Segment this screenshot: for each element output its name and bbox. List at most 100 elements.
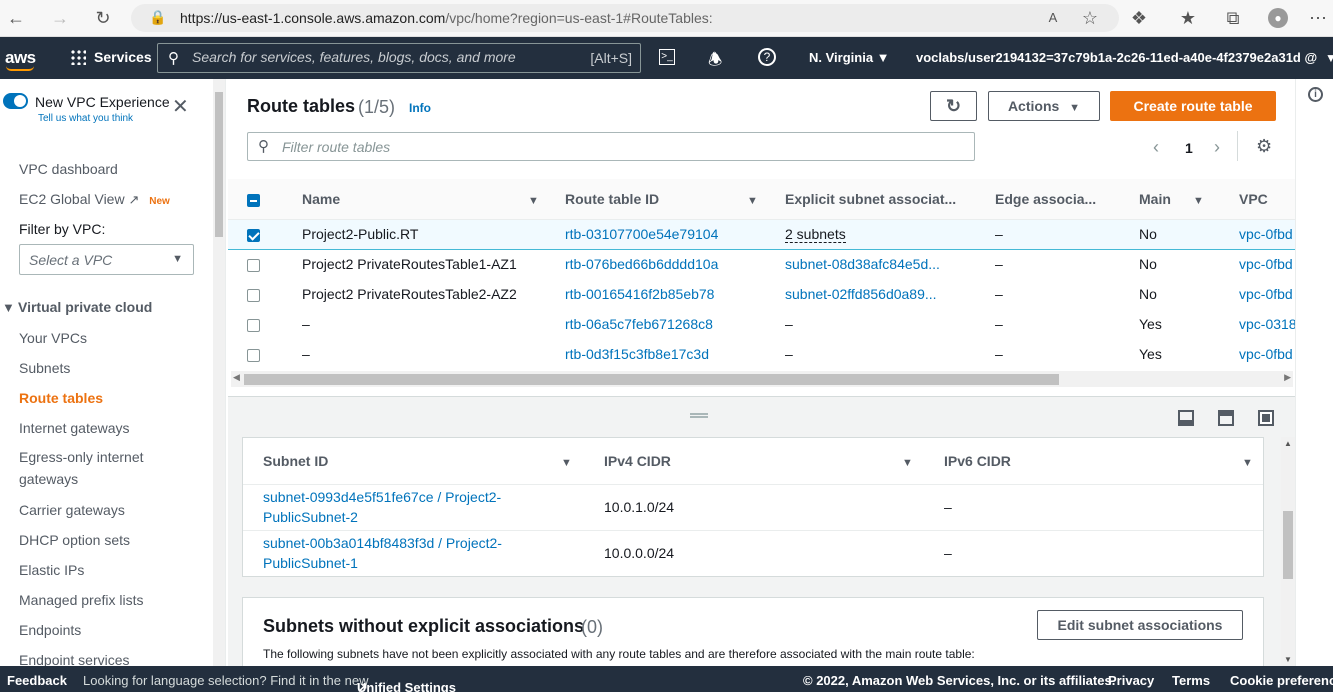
terms-link[interactable]: Terms [1172,673,1210,688]
previous-page-icon[interactable]: ‹ [1153,137,1159,158]
panel-full-icon[interactable] [1258,410,1274,426]
resize-handle[interactable] [690,413,708,418]
column-header-subnet-id[interactable]: Subnet ID ▼ [243,438,584,485]
vpc-link[interactable]: vpc-0fbd [1239,346,1293,362]
back-icon[interactable]: ← [6,8,26,28]
extensions-icon[interactable]: ❖ [1129,8,1149,28]
route-table-id-link[interactable]: rtb-076bed66b6dddd10a [565,256,718,272]
scroll-down-icon[interactable]: ▼ [1284,655,1292,664]
sidebar-item-endpoints[interactable]: Endpoints [19,622,81,638]
close-icon[interactable]: ✕ [172,97,189,117]
scroll-up-icon[interactable]: ▲ [1284,439,1292,448]
search-input[interactable] [192,49,572,65]
sidebar-item-carrier-gateways[interactable]: Carrier gateways [19,502,125,518]
row-select-cell[interactable] [228,249,282,279]
subnet-link[interactable]: subnet-02ffd856d0a89... [785,286,937,302]
sort-icon[interactable]: ▼ [528,195,539,207]
table-row[interactable]: – rtb-0d3f15c3fb8e17c3d – – Yes vpc-0fbd [228,339,1295,369]
explicit-subnets-popover[interactable]: 2 subnets [785,226,846,243]
caret-down-icon[interactable]: ▼ [1325,51,1333,65]
row-select-cell[interactable] [228,279,282,309]
cookie-preferences-link[interactable]: Cookie preferences [1230,673,1333,688]
caret-down-icon[interactable]: ▼ [2,300,15,315]
more-icon[interactable]: ⋯ [1308,8,1328,28]
section-virtual-private-cloud[interactable]: Virtual private cloud [18,299,152,315]
info-icon[interactable]: i [1308,87,1323,102]
sidebar-item-internet-gateways[interactable]: Internet gateways [19,420,130,436]
new-vpc-experience-toggle[interactable] [3,93,28,109]
select-all-header[interactable] [228,179,282,220]
sidebar-item-ec2-global-view[interactable]: EC2 Global View ↗ New [19,191,170,208]
column-header-explicit-subnet[interactable]: Explicit subnet associat... [765,179,975,220]
collections-icon[interactable]: ⧉ [1223,8,1243,28]
row-select-cell[interactable] [228,218,282,250]
vpc-filter-select[interactable]: Select a VPC ▼ [19,244,194,275]
vpc-link[interactable]: vpc-0fbd [1239,286,1293,302]
row-checkbox[interactable] [247,228,260,242]
favorite-add-icon[interactable]: ☆ [1080,8,1100,28]
panel-bottom-icon[interactable] [1178,410,1194,426]
vpc-link[interactable]: vpc-0318 [1239,316,1295,332]
info-link[interactable]: Info [409,101,431,115]
sidebar-item-dhcp-option-sets[interactable]: DHCP option sets [19,532,130,548]
next-page-icon[interactable]: › [1214,137,1220,158]
sort-icon[interactable]: ▼ [1193,195,1204,207]
column-header-main[interactable]: Main ▼ [1119,179,1219,220]
sort-icon[interactable]: ▼ [747,195,758,207]
sidebar-item-managed-prefix-lists[interactable]: Managed prefix lists [19,592,144,608]
aws-logo[interactable]: aws [5,48,36,68]
actions-button[interactable]: Actions ▼ [988,91,1100,121]
column-header-name[interactable]: Name ▼ [282,179,545,220]
row-checkbox[interactable] [247,259,260,273]
table-row[interactable]: – rtb-06a5c7feb671268c8 – – Yes vpc-0318 [228,309,1295,339]
search-box[interactable]: ⚲ [Alt+S] [157,43,641,73]
sidebar-item-endpoint-services[interactable]: Endpoint services [19,652,130,666]
services-menu[interactable]: Services [70,49,152,65]
page-number[interactable]: 1 [1185,140,1193,156]
favorites-icon[interactable]: ★ [1178,8,1198,28]
privacy-link[interactable]: Privacy [1108,673,1154,688]
row-checkbox[interactable] [247,318,260,332]
subnet-link[interactable]: subnet-00b3a014bf8483f3d / Project2- Publ… [263,535,502,571]
edit-subnet-associations-button[interactable]: Edit subnet associations [1037,610,1243,640]
scroll-right-icon[interactable]: ▶ [1284,372,1291,383]
table-row[interactable]: Project2 PrivateRoutesTable2-AZ2 rtb-001… [228,279,1295,309]
forward-icon[interactable]: → [50,8,70,28]
sidebar-item-egress-only-gateways[interactable]: Egress-only internet gateways [19,446,169,490]
panel-side-icon[interactable] [1218,410,1234,426]
table-row[interactable]: Project2 PrivateRoutesTable1-AZ1 rtb-076… [228,249,1295,279]
row-checkbox[interactable] [247,348,260,362]
sidebar-scrollbar[interactable] [213,79,225,666]
help-icon[interactable]: ? [758,48,776,66]
route-table-id-link[interactable]: rtb-0d3f15c3fb8e17c3d [565,346,709,362]
refresh-icon[interactable]: ↻ [93,8,113,28]
route-table-id-link[interactable]: rtb-00165416f2b85eb78 [565,286,714,302]
cloudshell-icon[interactable]: >_ [659,49,675,65]
subnet-link[interactable]: subnet-0993d4e5f51fe67ce / Project2- Publ… [263,489,501,525]
scroll-left-icon[interactable]: ◀ [233,372,240,383]
address-bar[interactable]: 🔒 https://us-east-1.console.aws.amazon.c… [131,4,1119,32]
sort-icon[interactable]: ▼ [561,457,572,469]
row-select-cell[interactable] [228,339,282,369]
sort-icon[interactable]: ▼ [1242,457,1253,469]
horizontal-scroll-thumb[interactable] [244,374,1059,385]
subnet-link[interactable]: subnet-08d38afc84e5d... [785,256,940,272]
create-route-table-button[interactable]: Create route table [1110,91,1276,121]
notifications-icon[interactable]: 🕭 [708,49,722,76]
horizontal-scrollbar[interactable]: ◀ ▶ [231,371,1293,387]
column-header-route-table-id[interactable]: Route table ID ▼ [545,179,765,220]
row-select-cell[interactable] [228,309,282,339]
column-header-ipv6-cidr[interactable]: IPv6 CIDR ▼ [924,438,1263,485]
sidebar-item-route-tables[interactable]: Route tables [19,390,103,406]
sidebar-item-elastic-ips[interactable]: Elastic IPs [19,562,84,578]
refresh-button[interactable]: ↻ [930,91,977,121]
profile-icon[interactable]: ● [1268,8,1288,28]
vpc-link[interactable]: vpc-0fbd [1239,226,1293,242]
feedback-link[interactable]: Tell us what you think [38,113,133,124]
account-menu[interactable]: voclabs/user2194132=37c79b1a-2c26-11ed-a… [916,50,1321,65]
sidebar-item-subnets[interactable]: Subnets [19,360,70,376]
vertical-scroll-thumb[interactable] [1283,511,1293,579]
row-checkbox[interactable] [247,288,260,302]
read-aloud-icon[interactable]: A [1043,8,1063,28]
sidebar-item-your-vpcs[interactable]: Your VPCs [19,330,87,346]
